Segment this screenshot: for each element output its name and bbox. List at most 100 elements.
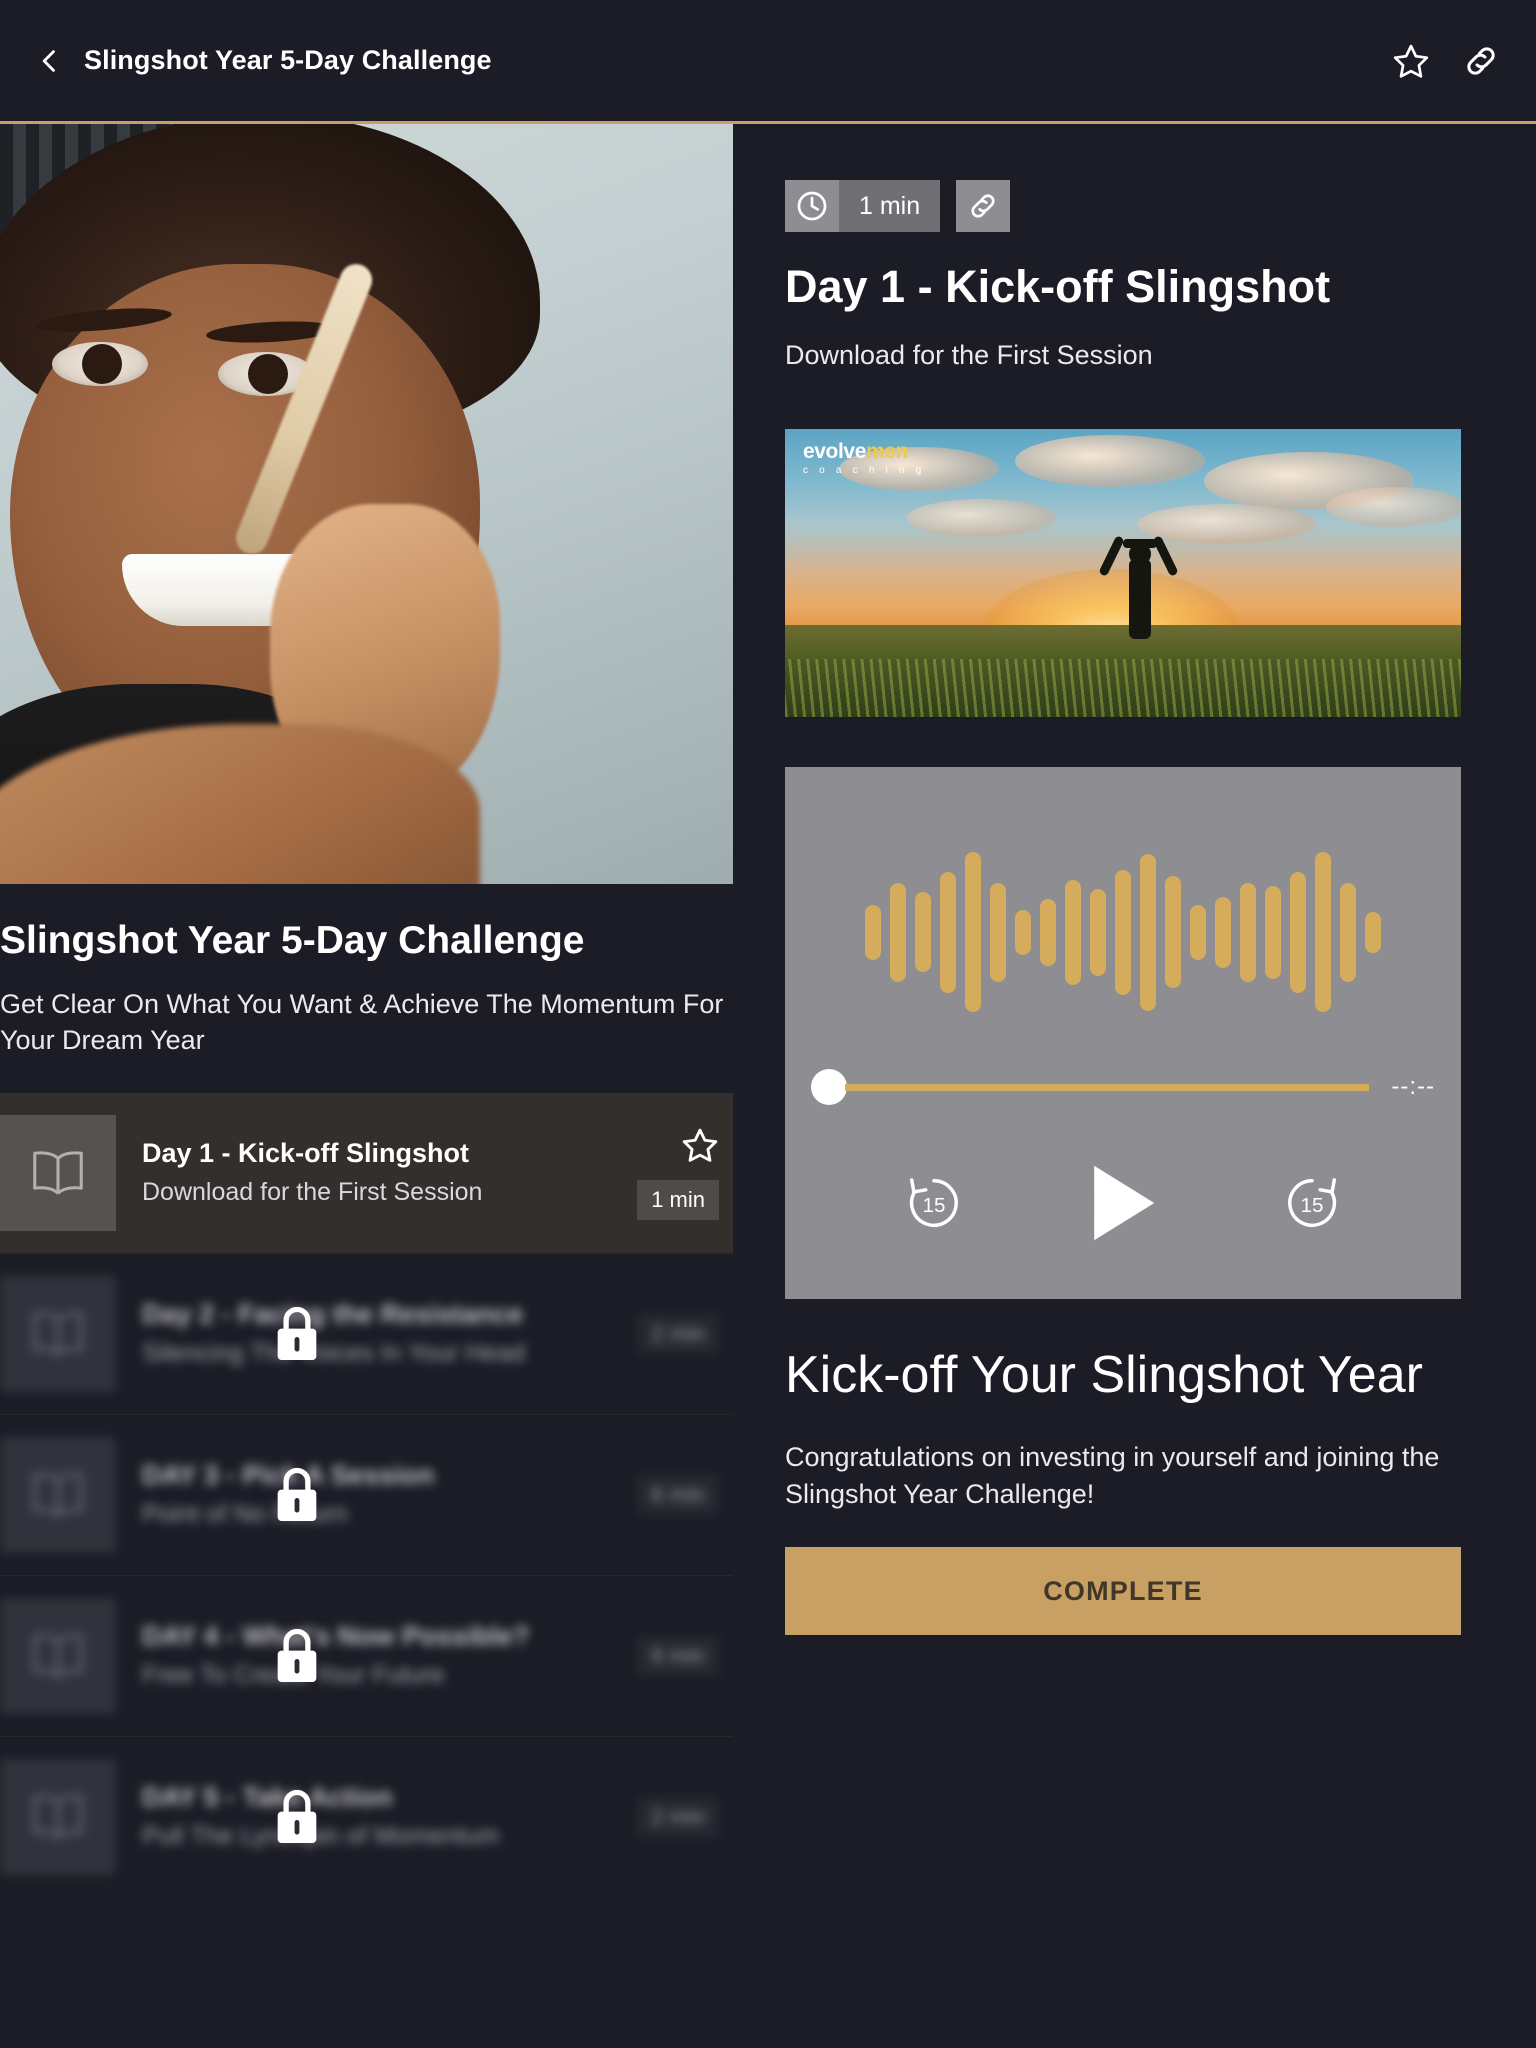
- lesson-duration: 1 min: [637, 1179, 719, 1220]
- course-player-screen: Slingshot Year 5-Day Challenge Slingshot…: [0, 0, 1536, 2048]
- lesson-subtitle: Silencing The Voices In Your Head: [142, 1339, 526, 1368]
- logo-accent-text: men: [865, 440, 908, 464]
- course-sidebar: Slingshot Year 5-Day Challenge Get Clear…: [0, 124, 733, 2048]
- star-outline-icon[interactable]: [1392, 42, 1430, 80]
- lesson-detail-description: Download for the First Session: [785, 340, 1153, 371]
- lesson-row-day-4[interactable]: DAY 4 - What's Now Possible? Free To Cre…: [0, 1574, 733, 1736]
- lesson-thumbnail: [0, 1436, 116, 1553]
- waveform-bar: [1015, 909, 1031, 955]
- complete-button[interactable]: COMPLETE: [785, 1547, 1461, 1636]
- waveform-bar: [1365, 911, 1381, 954]
- lesson-duration: 6 min: [637, 1474, 719, 1515]
- content-heading: Kick-off Your Slingshot Year: [785, 1346, 1423, 1405]
- lesson-thumbnail: [0, 1758, 116, 1875]
- lock-icon: [268, 1624, 326, 1688]
- silhouette-figure: [1098, 527, 1179, 647]
- header-actions: [1392, 42, 1500, 80]
- lesson-subtitle: Point of No Return: [142, 1500, 348, 1529]
- svg-text:15: 15: [1301, 1194, 1324, 1217]
- svg-text:15: 15: [923, 1194, 946, 1217]
- app-header: Slingshot Year 5-Day Challenge: [0, 0, 1536, 124]
- waveform-bar: [1140, 853, 1156, 1011]
- logo-subtitle-text: c o a c h i n g: [803, 465, 926, 477]
- course-hero-image: [0, 124, 733, 884]
- content-area: Slingshot Year 5-Day Challenge Get Clear…: [0, 124, 1536, 2048]
- lesson-title: DAY 4 - What's Now Possible?: [142, 1621, 530, 1652]
- waveform-bar: [1190, 905, 1206, 960]
- lesson-text: DAY 3 - Pick A Session Point of No Retur…: [142, 1459, 637, 1530]
- lesson-cover-image: evolvemen c o a c h i n g: [785, 429, 1461, 718]
- content-body: Congratulations on investing in yourself…: [785, 1441, 1440, 1510]
- waveform-bar: [890, 882, 906, 982]
- waveform-bar: [1290, 871, 1306, 994]
- lesson-detail-panel: 1 min Day 1 - Kick-off Slingshot Downloa…: [733, 124, 1536, 2048]
- waveform-bar: [1115, 869, 1131, 995]
- course-subtitle: Get Clear On What You Want & Achieve The…: [0, 989, 724, 1056]
- forward-15-icon[interactable]: 15: [1279, 1170, 1345, 1236]
- waveform-bar: [915, 892, 931, 973]
- page-title: Slingshot Year 5-Day Challenge: [84, 45, 492, 75]
- lesson-thumbnail: [0, 1597, 116, 1714]
- lesson-subtitle: Pull The Lynchpin of Momentum: [142, 1822, 500, 1851]
- waveform-bar: [1315, 852, 1331, 1013]
- lesson-duration: 6 min: [637, 1635, 719, 1676]
- waveform-bar: [1040, 898, 1056, 966]
- clock-icon: [785, 180, 839, 232]
- back-button[interactable]: [36, 47, 64, 75]
- lesson-title: Day 1 - Kick-off Slingshot: [142, 1138, 470, 1169]
- lesson-meta: 2 min: [637, 1796, 733, 1837]
- lesson-meta: 2 min: [637, 1313, 733, 1354]
- lesson-text: Day 2 - Facing the Resistance Silencing …: [142, 1298, 637, 1369]
- waveform-bar: [1165, 876, 1181, 989]
- waveform-bar: [1340, 882, 1356, 982]
- star-outline-icon[interactable]: [681, 1126, 719, 1164]
- waveform-bar: [940, 871, 956, 994]
- course-info: Slingshot Year 5-Day Challenge Get Clear…: [0, 884, 733, 1093]
- waveform-bar: [865, 905, 881, 960]
- lesson-row-day-5[interactable]: DAY 5 - Take Action Pull The Lynchpin of…: [0, 1735, 733, 1897]
- evolve-men-logo: evolvemen c o a c h i n g: [803, 441, 925, 476]
- waveform-bar: [1090, 889, 1106, 976]
- duration-badge: 1 min: [785, 180, 941, 232]
- lesson-meta-row: 1 min: [785, 180, 1484, 232]
- lesson-meta: 6 min: [637, 1474, 733, 1515]
- lesson-title: Day 2 - Facing the Resistance: [142, 1299, 524, 1330]
- waveform-bar: [1065, 879, 1081, 986]
- course-title: Slingshot Year 5-Day Challenge: [0, 919, 585, 962]
- share-link-button[interactable]: [956, 180, 1011, 232]
- audio-player: --:-- 15 15: [785, 767, 1461, 1300]
- lesson-row-day-2[interactable]: Day 2 - Facing the Resistance Silencing …: [0, 1252, 733, 1414]
- lesson-duration: 2 min: [637, 1796, 719, 1837]
- logo-primary-text: evolve: [803, 440, 866, 464]
- lesson-row-day-1[interactable]: Day 1 - Kick-off Slingshot Download for …: [0, 1092, 733, 1253]
- seek-bar[interactable]: --:--: [785, 1057, 1461, 1117]
- lesson-title: DAY 3 - Pick A Session: [142, 1460, 435, 1491]
- lesson-meta: 6 min: [637, 1635, 733, 1676]
- lock-icon: [268, 1785, 326, 1849]
- duration-value: 1 min: [839, 180, 941, 232]
- rewind-15-icon[interactable]: 15: [901, 1170, 967, 1236]
- lesson-meta: 1 min: [637, 1126, 733, 1220]
- play-icon[interactable]: [1087, 1162, 1159, 1244]
- lesson-detail-title: Day 1 - Kick-off Slingshot: [785, 261, 1331, 312]
- lesson-text: Day 1 - Kick-off Slingshot Download for …: [142, 1137, 637, 1208]
- waveform-bar: [1215, 897, 1231, 968]
- lesson-row-day-3[interactable]: DAY 3 - Pick A Session Point of No Retur…: [0, 1413, 733, 1575]
- lesson-text: DAY 4 - What's Now Possible? Free To Cre…: [142, 1620, 637, 1691]
- waveform-bar: [990, 882, 1006, 982]
- lesson-duration: 2 min: [637, 1313, 719, 1354]
- waveform-bar: [965, 852, 981, 1013]
- waveform-bar: [1265, 885, 1281, 979]
- audio-waveform: [785, 837, 1461, 1027]
- lesson-subtitle: Free To Create Your Future: [142, 1661, 445, 1690]
- link-icon[interactable]: [1462, 42, 1500, 80]
- seek-track[interactable]: [845, 1083, 1370, 1091]
- lock-icon: [268, 1302, 326, 1366]
- lesson-subtitle: Download for the First Session: [142, 1178, 483, 1207]
- lock-icon: [268, 1463, 326, 1527]
- current-time: --:--: [1391, 1073, 1435, 1101]
- seek-handle[interactable]: [811, 1069, 847, 1106]
- lesson-text: DAY 5 - Take Action Pull The Lynchpin of…: [142, 1781, 637, 1852]
- lesson-thumbnail: [0, 1114, 116, 1231]
- playback-controls: 15 15: [785, 1143, 1461, 1263]
